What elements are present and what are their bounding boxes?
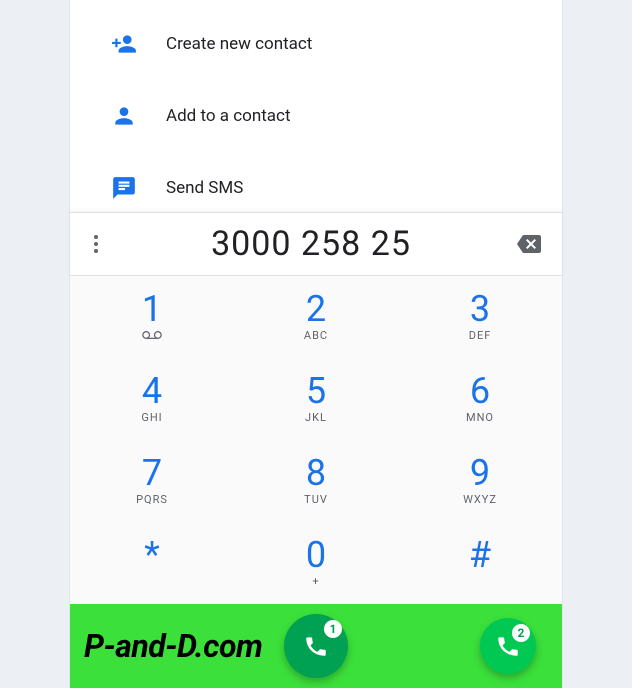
- key-5[interactable]: 5JKL: [234, 358, 398, 440]
- send-sms-label: Send SMS: [166, 178, 243, 198]
- key-7[interactable]: 7PQRS: [70, 440, 234, 522]
- sim-badge-1: 1: [324, 620, 342, 638]
- add-to-contact-label: Add to a contact: [166, 106, 291, 126]
- key-2[interactable]: 2ABC: [234, 276, 398, 358]
- key-8[interactable]: 8TUV: [234, 440, 398, 522]
- key-hash[interactable]: #: [398, 522, 562, 604]
- call-button[interactable]: 1: [284, 614, 348, 678]
- key-3[interactable]: 3DEF: [398, 276, 562, 358]
- key-0[interactable]: 0+: [234, 522, 398, 604]
- key-4[interactable]: 4GHI: [70, 358, 234, 440]
- backspace-icon[interactable]: [514, 232, 544, 256]
- key-star[interactable]: *: [70, 522, 234, 604]
- call-button-sim2[interactable]: 2: [480, 618, 536, 674]
- key-9[interactable]: 9WXYZ: [398, 440, 562, 522]
- person-add-icon: [110, 30, 138, 58]
- number-entry-bar: 3000 258 25: [70, 212, 562, 276]
- overflow-menu-icon[interactable]: [84, 235, 108, 253]
- create-contact-label: Create new contact: [166, 34, 312, 54]
- sim-badge-2: 2: [512, 624, 530, 642]
- key-6[interactable]: 6MNO: [398, 358, 562, 440]
- dialpad: 1 2ABC 3DEF 4GHI 5JKL 6MNO 7PQRS 8TUV 9W…: [70, 276, 562, 604]
- create-contact-row[interactable]: Create new contact: [70, 8, 562, 80]
- add-to-contact-row[interactable]: Add to a contact: [70, 80, 562, 152]
- key-1[interactable]: 1: [70, 276, 234, 358]
- dialed-number[interactable]: 3000 258 25: [108, 224, 514, 264]
- dialer-app: Create new contact Add to a contact Send…: [70, 0, 562, 688]
- contact-actions: Create new contact Add to a contact Send…: [70, 0, 562, 224]
- phone-icon: [303, 633, 329, 659]
- person-icon: [110, 102, 138, 130]
- sms-icon: [110, 174, 138, 202]
- voicemail-icon: [142, 329, 162, 343]
